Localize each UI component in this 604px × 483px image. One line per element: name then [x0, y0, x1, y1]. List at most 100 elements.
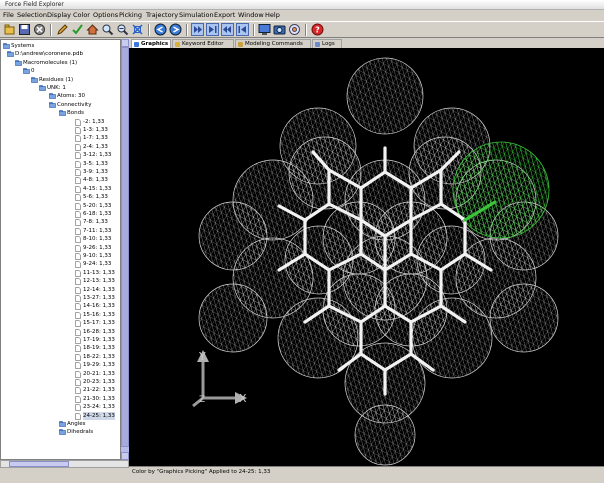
step-forward-icon[interactable] [206, 23, 219, 36]
folder-icon [59, 110, 66, 119]
molecule-view[interactable]: Y X Z [129, 48, 604, 466]
tree-node-label: UNK: 1 [47, 85, 66, 91]
tree-node-label: 18-22: 1,33 [83, 353, 115, 360]
tab-modeling-commands[interactable]: Modeling Commands [235, 39, 311, 48]
tree-node-label: 1-3: 1,33 [83, 127, 108, 133]
atom-sphere[interactable] [288, 136, 362, 210]
tree-node-label: 3-5: 1,33 [83, 160, 108, 167]
folder-icon [59, 429, 66, 438]
tree-node-label: Residues (1) [39, 76, 74, 83]
tree-node-label: 15-16: 1,33 [83, 311, 115, 318]
close-icon[interactable] [33, 23, 46, 36]
open-file-icon[interactable] [3, 23, 16, 36]
tree-node-label: Dihedrals [67, 429, 94, 436]
folder-icon [7, 51, 14, 60]
menu-selection[interactable]: Selection [17, 10, 47, 21]
tab-graphics[interactable]: Graphics [131, 39, 171, 48]
tree-node-label: D:\andrew\coronene.pdb [15, 51, 84, 58]
picked-atom-sphere[interactable] [452, 141, 550, 239]
tree-node-label: 1-7: 1,33 [83, 135, 108, 142]
tree-node-label: 3-9: 1,33 [83, 169, 108, 175]
hscroll-thumb[interactable] [9, 461, 69, 467]
title-bar: Force Field Explorer [0, 0, 604, 10]
settings-icon[interactable] [288, 23, 301, 36]
atom-sphere[interactable] [489, 283, 559, 353]
atom-sphere[interactable] [354, 404, 416, 466]
atom-sphere[interactable] [198, 201, 268, 271]
tree-node-label: 5-6: 1,33 [83, 194, 108, 201]
tree-node-label: 5-20: 1,33 [83, 202, 112, 209]
keyword-icon [175, 42, 180, 47]
scroll-up-arrow[interactable] [121, 39, 129, 47]
logs-icon [315, 42, 320, 47]
tree-node-label: 7-11: 1,33 [83, 227, 112, 234]
folder-icon [15, 59, 22, 69]
tree-node-label: 11-13: 1,33 [83, 269, 115, 276]
tree-node-label: 9-26: 1,33 [83, 244, 112, 251]
reset-icon[interactable] [131, 23, 144, 36]
menu-file[interactable]: File [3, 10, 14, 21]
menu-simulation[interactable]: Simulation [179, 10, 214, 21]
folder-icon [39, 85, 46, 94]
modeling-icon [238, 42, 243, 47]
tree-node-label: 8-10: 1,33 [83, 236, 112, 243]
tree-node-label: 21-30: 1,33 [83, 395, 115, 402]
rotate-right-icon[interactable] [169, 23, 182, 36]
tree-node-label: 2-4: 1,33 [83, 143, 108, 150]
tree-node-label: 21-22: 1,33 [83, 387, 115, 394]
step-back-icon[interactable] [236, 23, 249, 36]
menu-bar: File Selection Display Color Options Pic… [0, 10, 604, 21]
menu-trajectory[interactable]: Trajectory [146, 10, 178, 21]
check-icon[interactable] [71, 23, 84, 36]
tree-node-label: Angles [67, 421, 86, 427]
tree-horizontal-scrollbar[interactable] [0, 460, 129, 468]
toolbar: ? [0, 21, 604, 38]
zoom-out-icon[interactable] [116, 23, 129, 36]
system-tree[interactable]: Systems D:\andrew\coronene.pdb Macromolecu… [0, 39, 121, 460]
tree-node-label: 6-18: 1,33 [83, 211, 112, 217]
tree-node-label: 9-24: 1,33 [83, 261, 112, 268]
tree-node-label: Atoms: 30 [57, 93, 86, 100]
zoom-icon[interactable] [101, 23, 114, 36]
tree-node-label: 12-13: 1,33 [83, 278, 115, 285]
rotate-left-icon[interactable] [154, 23, 167, 36]
tree-node-label: 19-29: 1,33 [83, 362, 115, 369]
menu-display[interactable]: Display [47, 10, 71, 21]
tree-node-label: 7-8: 1,33 [83, 219, 108, 226]
tree-node-label: 24-25: 1,33 [83, 411, 115, 420]
rewind-icon[interactable] [221, 23, 234, 36]
pencil-icon[interactable] [56, 23, 69, 36]
atom-sphere[interactable] [198, 283, 268, 353]
menu-picking[interactable]: Picking [119, 10, 142, 21]
svg-text:?: ? [315, 26, 320, 35]
tree-node-label: 14-16: 1,33 [83, 303, 115, 310]
tree-node-label: Macromolecules (1) [23, 59, 78, 66]
atom-sphere[interactable] [346, 57, 424, 135]
camera-icon[interactable] [273, 23, 286, 36]
menu-color[interactable]: Color [73, 10, 90, 21]
menu-help[interactable]: Help [265, 10, 280, 21]
display-icon[interactable] [258, 23, 271, 36]
tree-node-label: 4-15: 1,33 [83, 185, 112, 192]
menu-options[interactable]: Options [93, 10, 118, 21]
status-bar: Color by "Graphics Picking" Applied to 2… [129, 466, 604, 476]
tree-vertical-scrollbar[interactable] [121, 39, 129, 460]
menu-export[interactable]: Export [214, 10, 235, 21]
menu-window[interactable]: Window [238, 10, 264, 21]
application-window: Force Field Explorer File Selection Disp… [0, 0, 604, 483]
window-title: Force Field Explorer [5, 1, 64, 8]
tab-logs[interactable]: Logs [312, 39, 342, 48]
axis-z-label: Z [199, 395, 205, 405]
tree-node-label: 23-24: 1,33 [83, 404, 115, 411]
scroll-down-arrow[interactable] [121, 452, 129, 460]
scroll-thumb[interactable] [121, 47, 129, 447]
graphics-viewport[interactable]: Y X Z [129, 48, 604, 466]
tree-node-label: 15-17: 1,33 [83, 320, 115, 327]
save-icon[interactable] [18, 23, 31, 36]
play-icon[interactable] [191, 23, 204, 36]
home-icon[interactable] [86, 23, 99, 36]
tab-keyword-editor[interactable]: Keyword Editor [172, 39, 234, 48]
tab-bar: Graphics Keyword Editor Modeling Command… [129, 39, 604, 48]
help-icon[interactable]: ? [311, 23, 324, 36]
tree-node-label: 9-10: 1,33 [83, 253, 112, 259]
